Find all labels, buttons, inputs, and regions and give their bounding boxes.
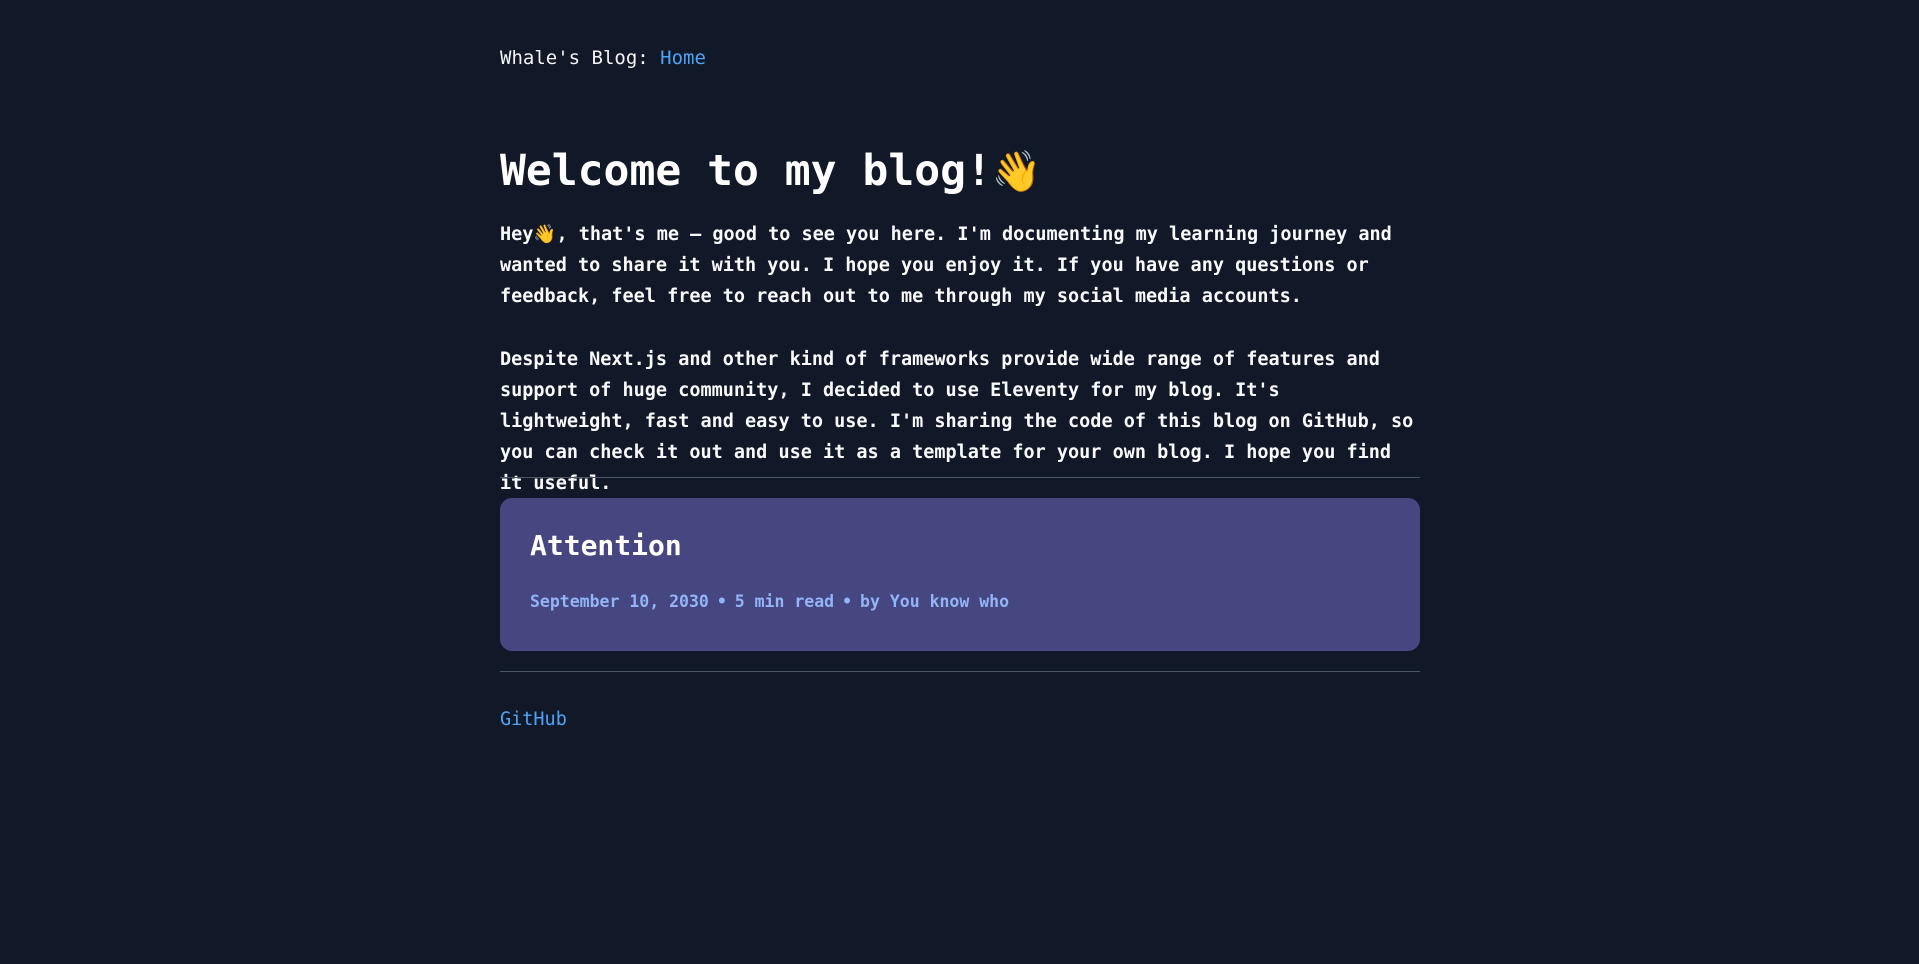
- site-brand: Whale's Blog:: [500, 47, 649, 69]
- site-header: Whale's Blog: Home: [500, 47, 706, 69]
- post-card[interactable]: Attention September 10, 2030 • 5 min read •…: [500, 498, 1420, 651]
- home-link[interactable]: Home: [660, 47, 706, 69]
- waving-hand-icon: 👋: [991, 149, 1042, 195]
- intro-paragraph-1: Hey👋, that's me — good to see you here. …: [500, 219, 1420, 312]
- post-author: by You know who: [860, 592, 1010, 611]
- post-meta: September 10, 2030 • 5 min read • by You kno…: [530, 592, 1390, 611]
- divider: [500, 671, 1420, 672]
- intro-greeting: Hey: [500, 224, 534, 245]
- meta-separator: •: [842, 592, 853, 611]
- github-link[interactable]: GitHub: [500, 709, 567, 730]
- intro-text: , that's me — good to see you here. I'm …: [500, 224, 1392, 307]
- post-date: September 10, 2030: [530, 592, 709, 611]
- intro-paragraph-2: Despite Next.js and other kind of framew…: [500, 349, 1414, 494]
- page-title-text: Welcome to my blog!: [500, 146, 992, 196]
- divider: [500, 477, 1420, 478]
- waving-hand-icon: 👋: [533, 224, 557, 245]
- meta-separator: •: [716, 592, 727, 611]
- post-title[interactable]: Attention: [530, 528, 1390, 564]
- page-title: Welcome to my blog!👋: [500, 143, 1042, 200]
- post-read-time: 5 min read: [734, 592, 835, 611]
